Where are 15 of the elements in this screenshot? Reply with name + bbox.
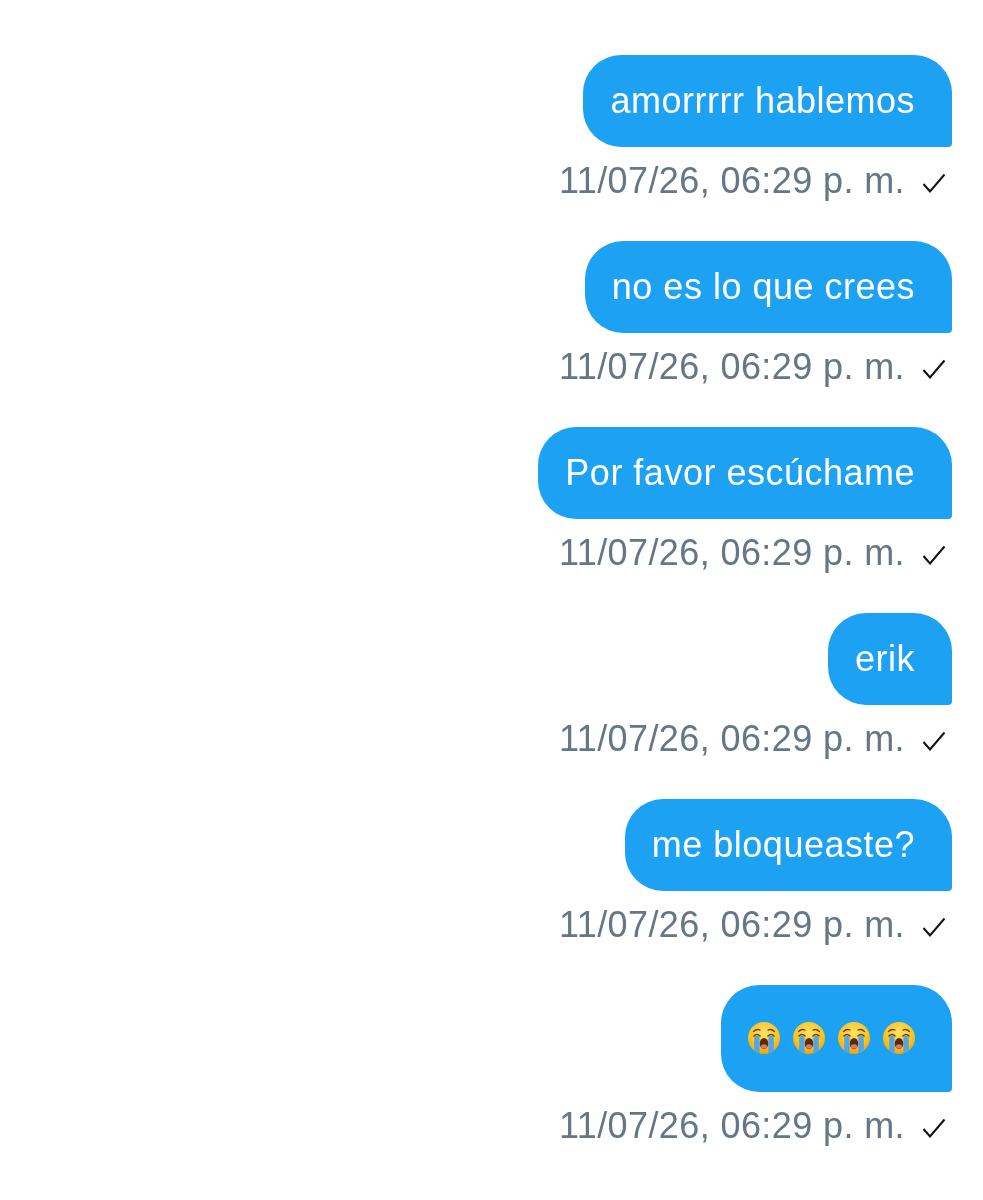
message-timestamp: 11/07/26, 06:29 p. m. <box>559 717 905 761</box>
chat-message: amorrrrr hablemos <box>583 55 952 147</box>
chat-message: Por favor escúchame <box>538 427 952 519</box>
chat-message: no es lo que crees <box>584 241 952 333</box>
message-timestamp: 11/07/26, 06:29 p. m. <box>559 903 905 947</box>
crying-face-icon <box>748 1022 780 1054</box>
chat-message: erik <box>828 613 952 705</box>
message-timestamp: 11/07/26, 06:29 p. m. <box>559 531 905 575</box>
crying-face-icon <box>883 1022 915 1054</box>
crying-face-icon <box>838 1022 870 1054</box>
crying-face-icon <box>793 1022 825 1054</box>
message-timestamp: 11/07/26, 06:29 p. m. <box>559 1104 905 1148</box>
chat-message: me bloqueaste? <box>624 799 952 891</box>
message-timestamp: 11/07/26, 06:29 p. m. <box>559 159 905 203</box>
message-timestamp: 11/07/26, 06:29 p. m. <box>559 345 905 389</box>
